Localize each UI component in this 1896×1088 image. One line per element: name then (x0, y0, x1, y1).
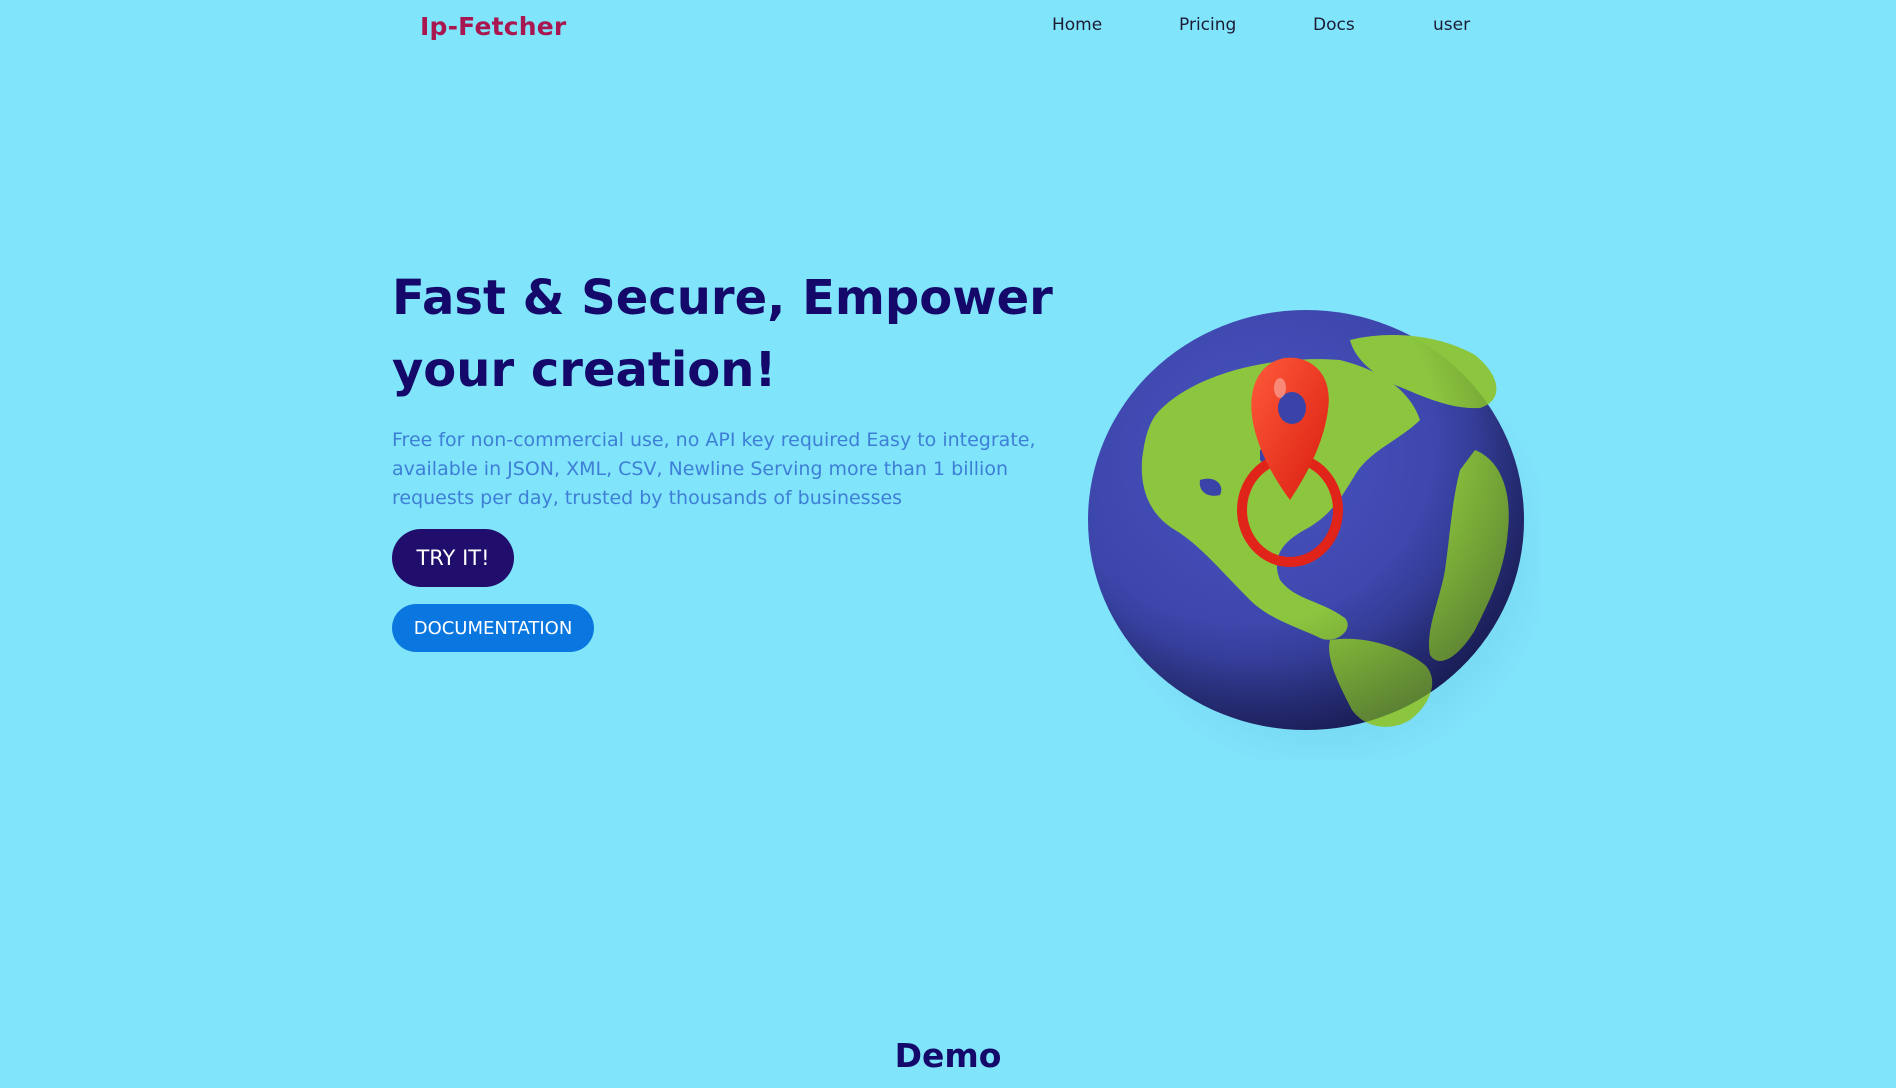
globe-icon (1088, 310, 1555, 775)
hero-title: Fast & Secure, Empower your creation! (392, 270, 1053, 398)
nav-link-docs[interactable]: Docs (1313, 15, 1355, 35)
brand-logo[interactable]: Ip-Fetcher (420, 12, 566, 41)
demo-section-title: Demo (894, 1036, 1002, 1075)
nav-link-user[interactable]: user (1433, 15, 1470, 35)
documentation-button[interactable]: DOCUMENTATION (392, 604, 594, 652)
try-it-button[interactable]: TRY IT! (392, 529, 514, 587)
top-navbar: Ip-Fetcher Home Pricing Docs user (0, 0, 1896, 52)
hero-subtitle: Free for non-commercial use, no API key … (392, 429, 1036, 509)
globe-illustration (1080, 300, 1555, 775)
nav-link-pricing[interactable]: Pricing (1179, 15, 1236, 35)
nav-link-home[interactable]: Home (1052, 15, 1102, 35)
